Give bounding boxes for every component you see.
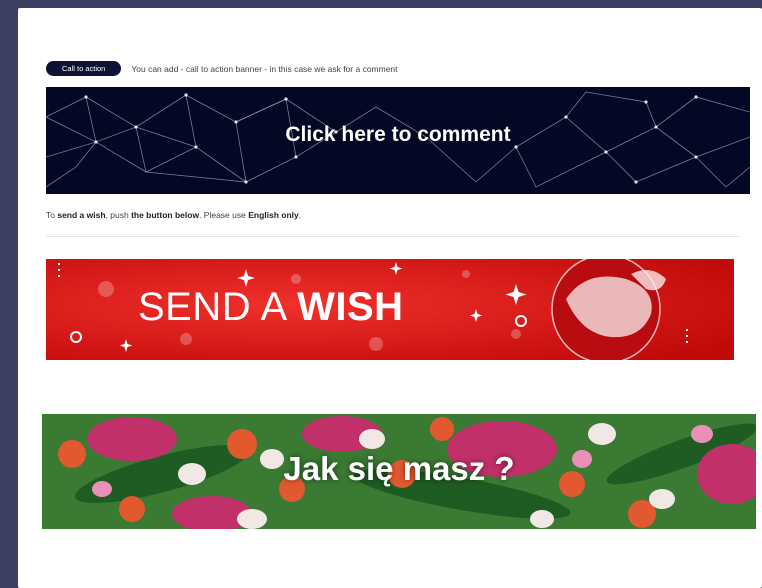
cta-description: You can add - call to action banner - in… — [131, 63, 398, 74]
call-to-action-badge[interactable]: Call to action — [46, 61, 122, 76]
section-divider — [46, 236, 740, 237]
content-page: Call to action You can add - call to act… — [18, 8, 762, 588]
send-a-wish-banner[interactable]: SEND A WISH — [46, 259, 734, 360]
comment-banner-label: Click here to comment — [285, 123, 511, 146]
comment-banner[interactable]: Click here to comment — [46, 87, 750, 194]
greeting-banner[interactable]: Jak się masz ? — [42, 414, 756, 529]
cta-info-row: Call to action You can add - call to act… — [46, 61, 398, 76]
wish-instruction: To send a wish, push the button below. P… — [46, 210, 302, 220]
send-a-wish-label: SEND A WISH — [138, 285, 404, 329]
greeting-banner-label: Jak się masz ? — [283, 450, 515, 487]
